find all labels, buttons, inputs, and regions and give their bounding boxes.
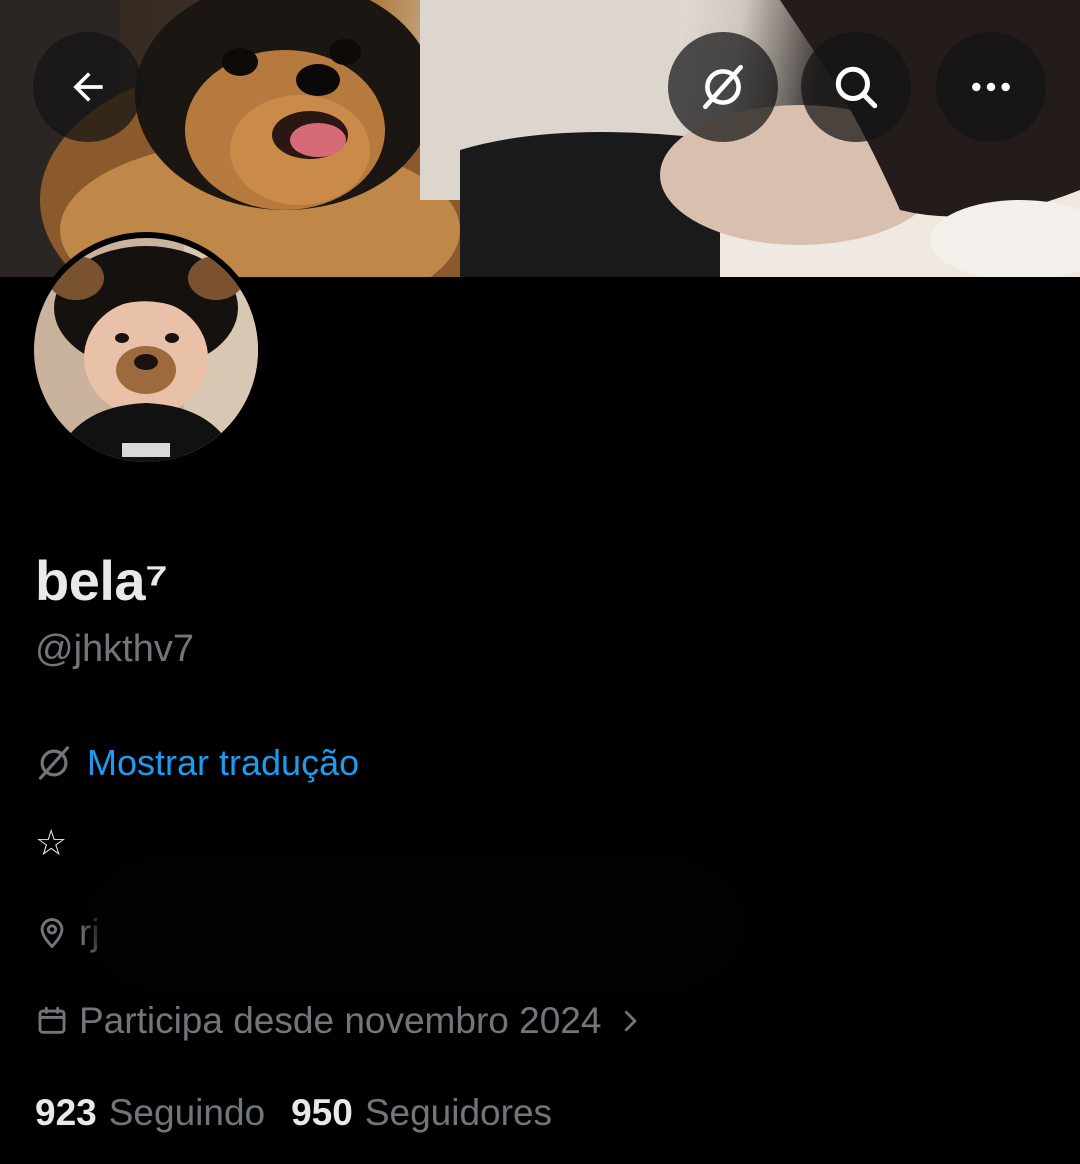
followers-link[interactable]: 950 Seguidores xyxy=(291,1092,552,1134)
search-icon xyxy=(835,66,878,109)
display-name: bela⁷ xyxy=(35,549,168,612)
back-button[interactable] xyxy=(33,32,143,142)
redacted-area xyxy=(100,872,730,976)
calendar-icon xyxy=(38,1006,66,1034)
translate-button[interactable] xyxy=(668,32,778,142)
followers-label: Seguidores xyxy=(364,1092,553,1133)
location-text: rj xyxy=(79,912,100,953)
search-button[interactable] xyxy=(801,32,911,142)
profile-location: rj xyxy=(35,912,100,954)
translate-icon xyxy=(38,746,70,780)
translate-icon xyxy=(703,64,743,110)
profile-avatar[interactable] xyxy=(28,232,264,468)
following-count: 923 xyxy=(35,1092,97,1133)
chevron-right-icon xyxy=(625,1010,637,1032)
joined-text: Participa desde novembro 2024 xyxy=(79,1000,602,1041)
following-label: Seguindo xyxy=(108,1092,266,1133)
profile-bio: ☆ xyxy=(35,822,68,863)
follow-stats: 923 Seguindo 950 Seguidores xyxy=(35,1092,578,1134)
show-translation-label[interactable]: Mostrar tradução xyxy=(87,742,359,784)
back-arrow-icon xyxy=(73,72,103,102)
location-pin-icon xyxy=(40,918,64,949)
profile-handle: @jhkthv7 xyxy=(35,628,194,670)
more-options-button[interactable] xyxy=(936,32,1046,142)
profile-joined-date[interactable]: Participa desde novembro 2024 xyxy=(35,1000,645,1042)
more-icon xyxy=(972,82,1010,92)
following-link[interactable]: 923 Seguindo xyxy=(35,1092,265,1134)
avatar-image xyxy=(34,238,258,462)
show-translation-link[interactable]: Mostrar tradução xyxy=(35,740,359,786)
followers-count: 950 xyxy=(291,1092,353,1133)
